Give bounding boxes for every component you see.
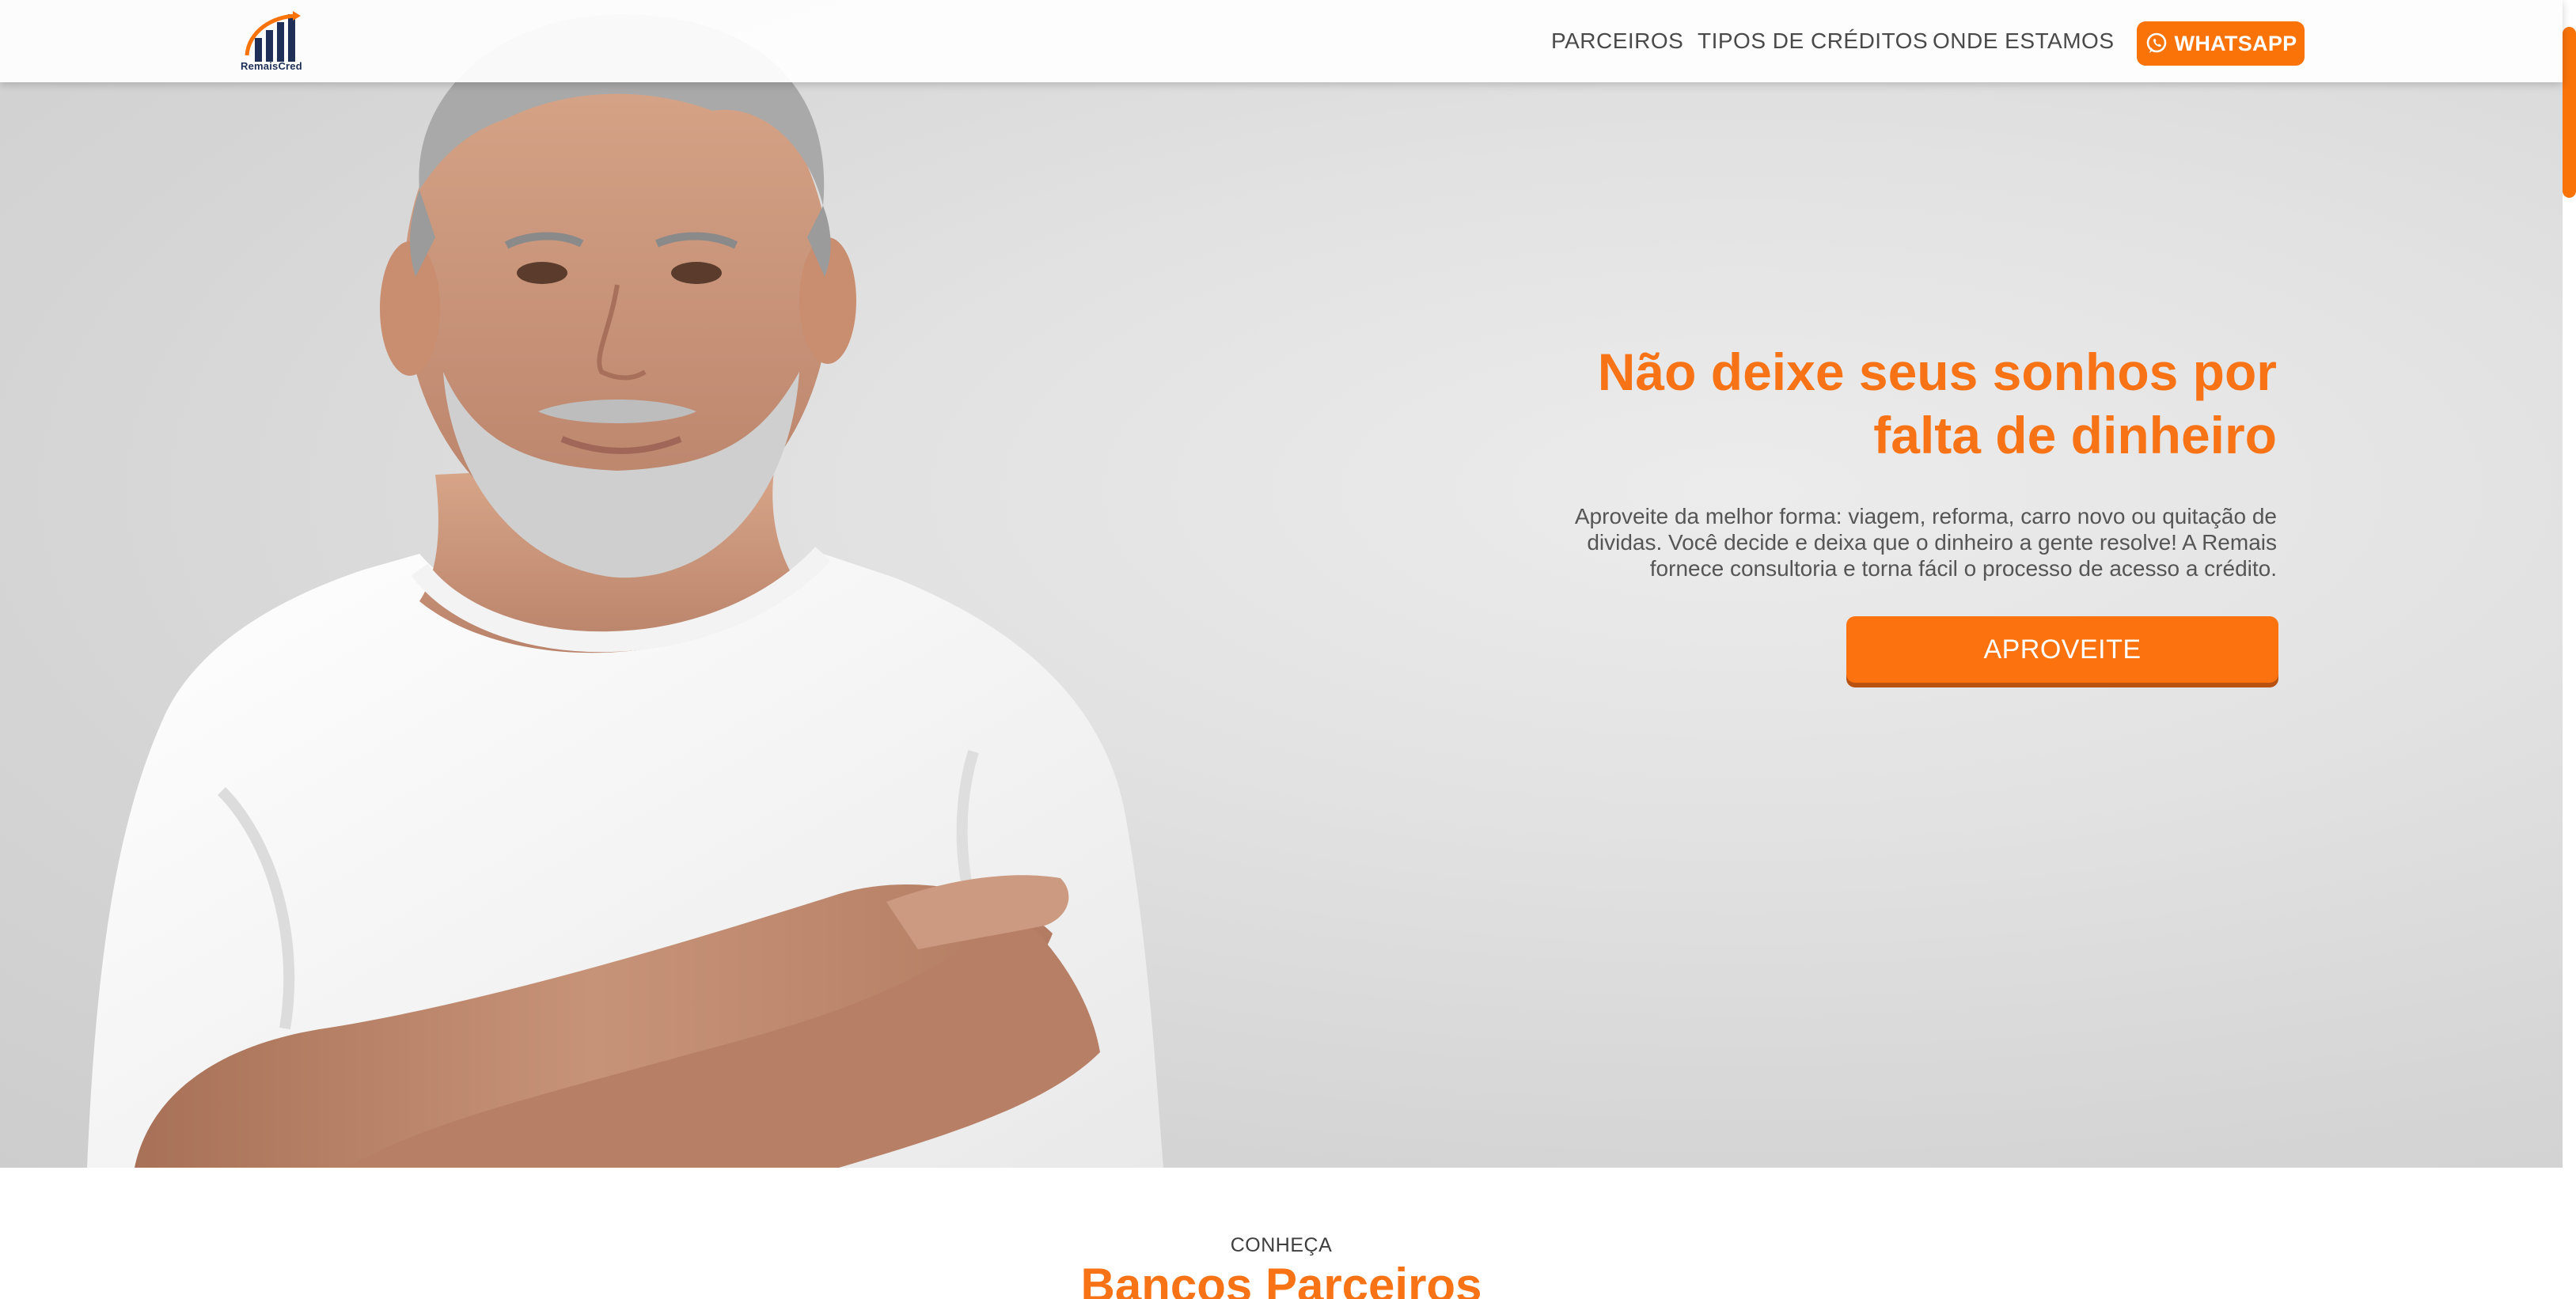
nav-link-label[interactable]: PARCEIROS [1551, 28, 1683, 54]
page: RemaisCred PARCEIROS TIPOS DE CRÉDITOS O… [0, 0, 2576, 1299]
site-header: RemaisCred PARCEIROS TIPOS DE CRÉDITOS O… [0, 0, 2563, 82]
nav-item-onde-estamos[interactable]: ONDE ESTAMOS [1933, 0, 2115, 82]
aproveite-button[interactable]: APROVEITE [1846, 616, 2278, 683]
partners-kicker: CONHEÇA [1230, 1234, 1333, 1256]
whatsapp-button[interactable]: WHATSAPP [2137, 21, 2305, 66]
page-scrollbar[interactable] [2563, 0, 2576, 1299]
logo-wordmark: RemaisCred [241, 60, 302, 72]
hero-portrait-image [87, 13, 1163, 1168]
whatsapp-icon [2146, 32, 2166, 53]
scrollbar-thumb[interactable] [2563, 27, 2576, 198]
hero-subtext-line: fornece consultoria e torna fácil o proc… [1649, 556, 2277, 581]
nav-link-label[interactable]: TIPOS DE CRÉDITOS [1698, 28, 1928, 54]
hero-subtext-line: dividas. Você decide e deixa que o dinhe… [1587, 530, 2277, 555]
hero-subtext: Aproveite da melhor forma: viagem, refor… [1485, 503, 2277, 581]
partners-title: Bancos Parceiros [1080, 1259, 1482, 1299]
hero-headline-line: Não deixe seus sonhos por [1597, 343, 2277, 401]
nav-item-tipos-de-creditos[interactable]: TIPOS DE CRÉDITOS [1698, 0, 1928, 82]
hero-headline-line: falta de dinheiro [1873, 406, 2277, 464]
nav-link-label[interactable]: ONDE ESTAMOS [1933, 28, 2115, 54]
hero-subtext-line: Aproveite da melhor forma: viagem, refor… [1574, 504, 2277, 528]
whatsapp-button-label: WHATSAPP [2174, 31, 2297, 55]
nav-item-parceiros[interactable]: PARCEIROS [1551, 0, 1683, 82]
hero-banner [0, 0, 2563, 1168]
hero-headline: Não deixe seus sonhos por falta de dinhe… [1485, 340, 2277, 467]
